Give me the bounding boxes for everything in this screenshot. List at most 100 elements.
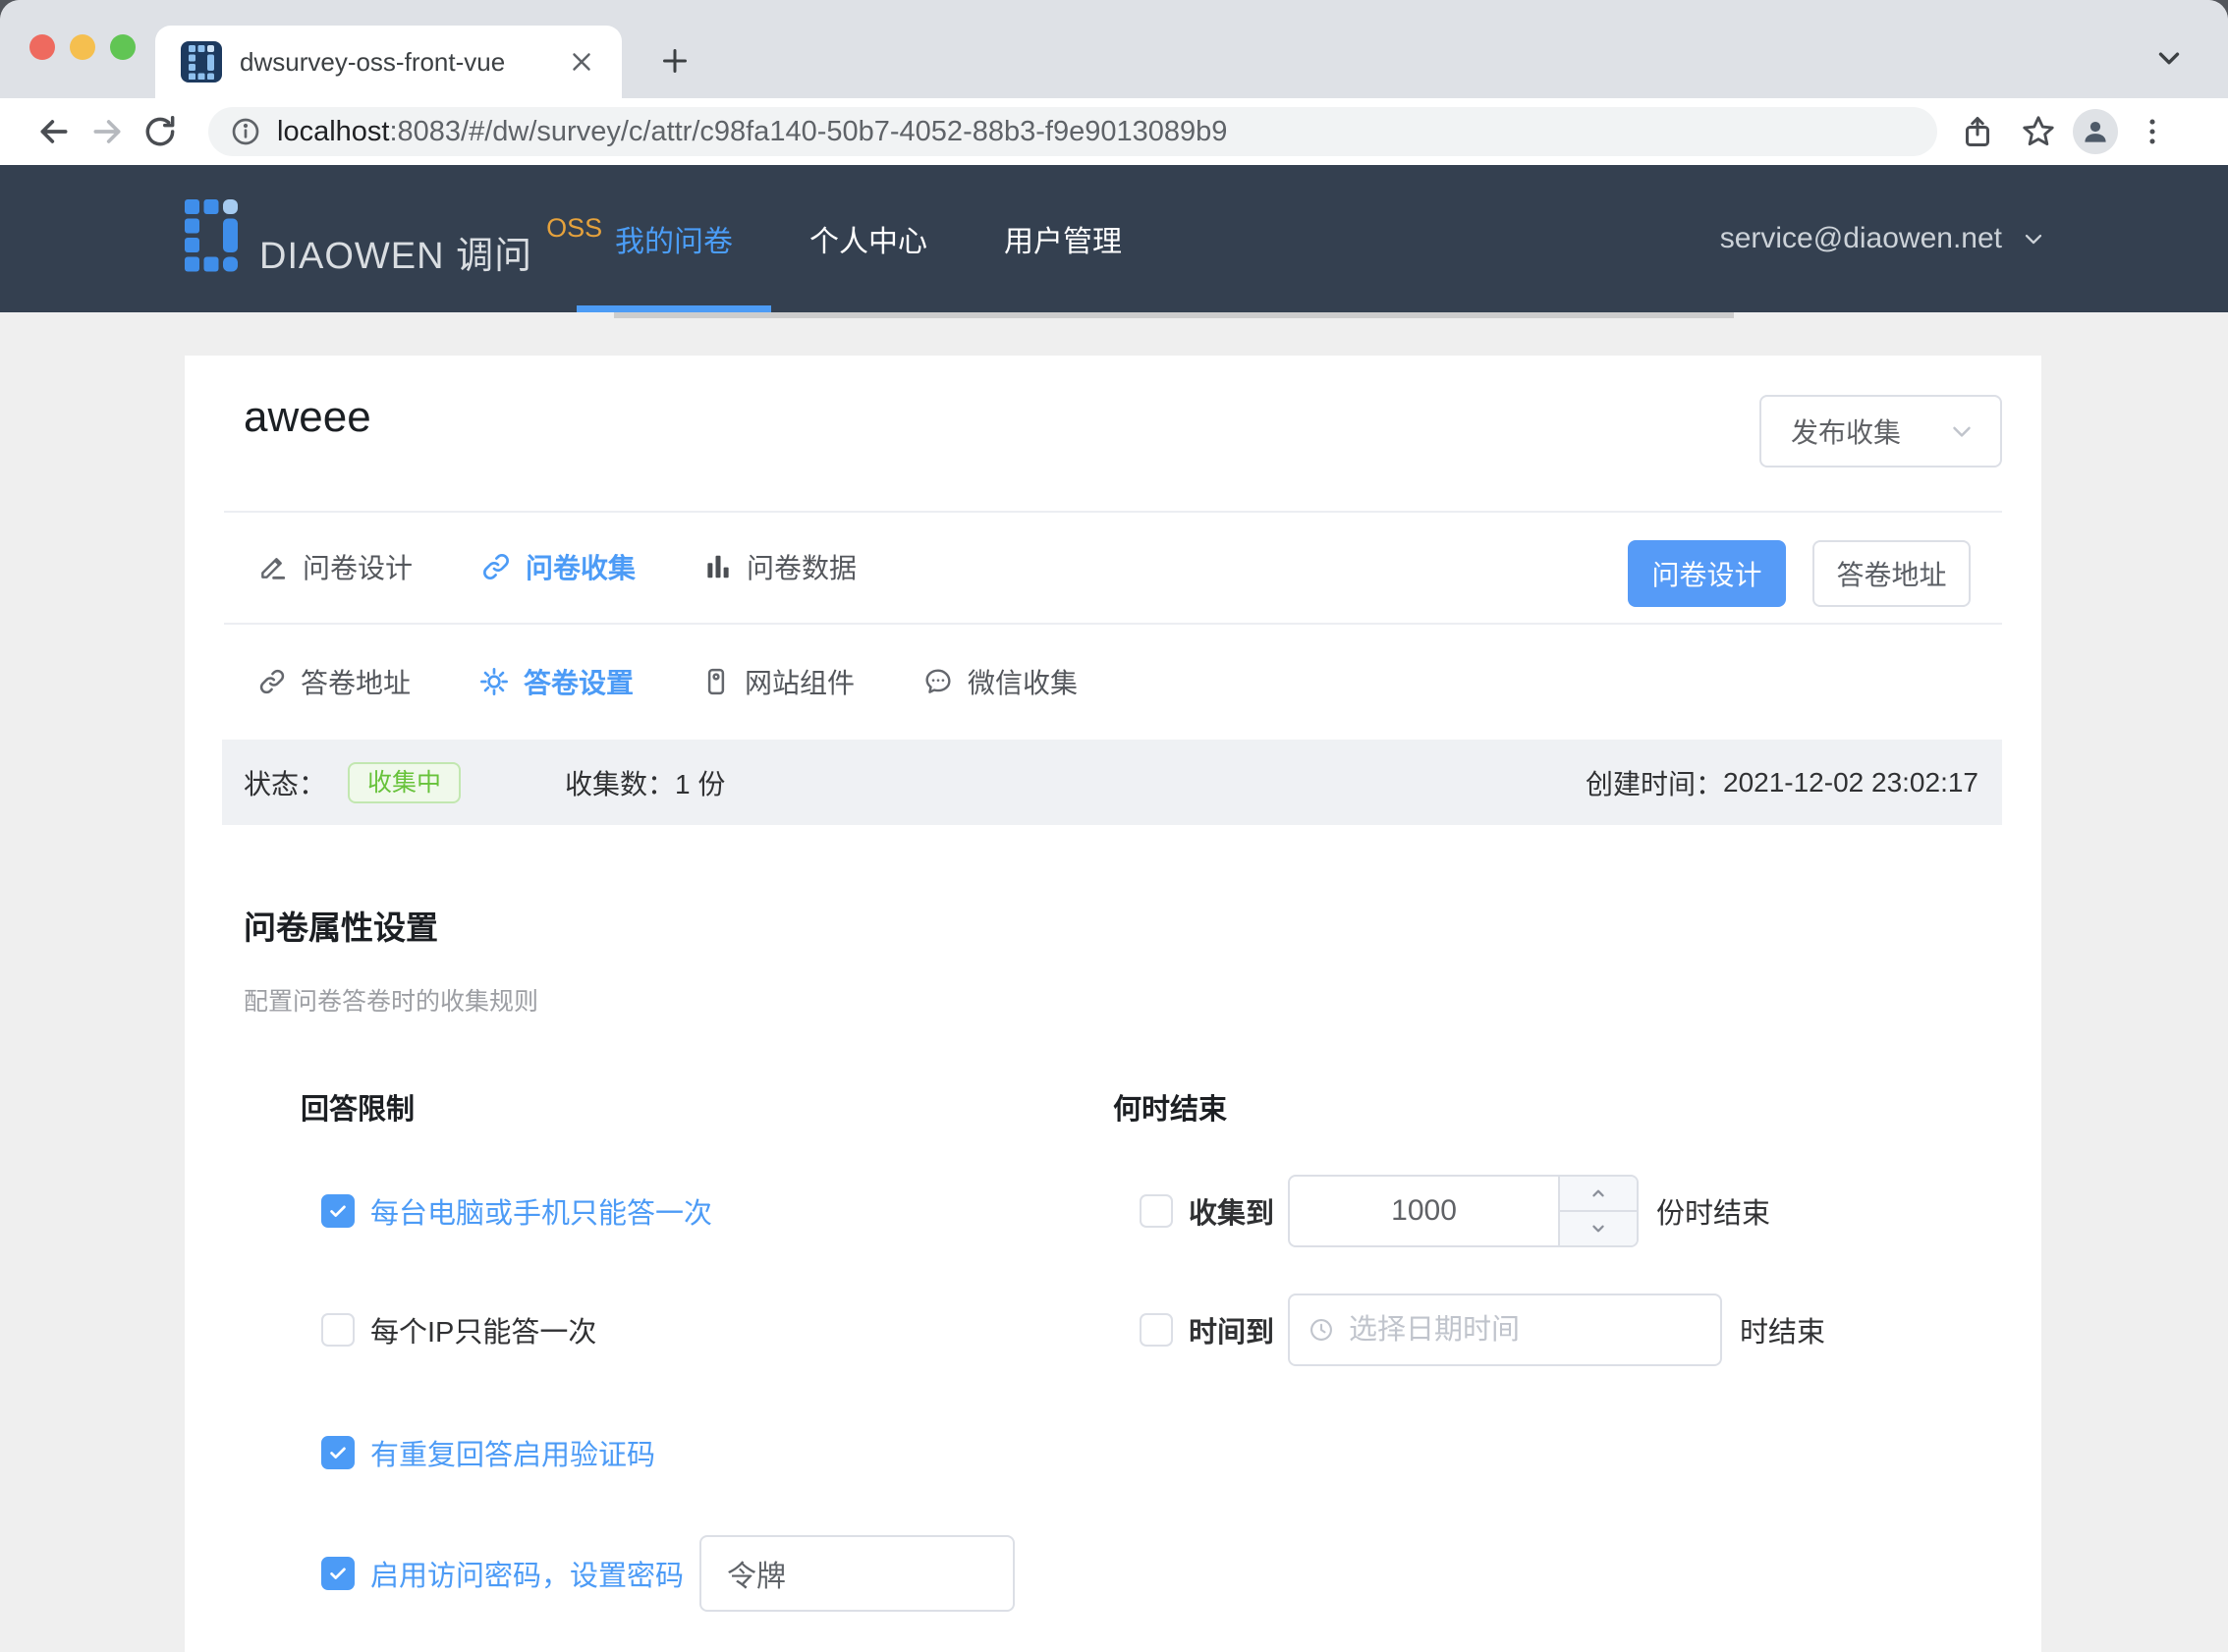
end-by-count-suffix: 份时结束	[1656, 1190, 1770, 1232]
subtab-answer-settings[interactable]: 答卷设置	[478, 662, 634, 701]
secondary-tabs: 答卷地址 答卷设置 网站组件 微信收集	[257, 623, 1078, 740]
device-limit-row: 每台电脑或手机只能答一次	[321, 1173, 712, 1249]
checkbox-password[interactable]	[321, 1557, 355, 1590]
app-navbar: DIAOWEN 调问 OSS 我的问卷 个人中心 用户管理 service@di…	[0, 165, 2228, 312]
count-number-input	[1288, 1175, 1639, 1247]
end-by-time-suffix: 时结束	[1740, 1309, 1825, 1350]
checkbox-captcha[interactable]	[321, 1436, 355, 1469]
status-label: 状态：	[244, 763, 326, 802]
collect-count-value: 1 份	[675, 763, 725, 802]
tab-close-icon[interactable]	[567, 47, 596, 77]
password-input[interactable]	[727, 1557, 987, 1590]
bookmark-star-button[interactable]	[2012, 105, 2065, 158]
reload-button[interactable]	[134, 105, 187, 158]
tab-label: 答卷地址	[301, 662, 411, 701]
end-by-time-prefix: 时间到	[1189, 1309, 1274, 1350]
link-icon	[257, 667, 287, 696]
share-button[interactable]	[1951, 105, 2004, 158]
checkbox-password-label[interactable]: 启用访问密码，设置密码	[370, 1553, 684, 1594]
account-email: service@diaowen.net	[1720, 222, 2002, 255]
brand-name: DIAOWEN 调问	[259, 225, 532, 279]
diaowen-logo-icon	[185, 199, 238, 272]
checkbox-ip-limit-label[interactable]: 每个IP只能答一次	[370, 1309, 596, 1350]
tab-label: 问卷收集	[526, 547, 636, 586]
button-label: 答卷地址	[1836, 554, 1946, 593]
checkbox-end-by-count[interactable]	[1140, 1194, 1173, 1228]
password-row: 启用访问密码，设置密码	[321, 1535, 1015, 1612]
tab-label: 问卷数据	[747, 547, 857, 586]
status-bar: 状态： 收集中 收集数： 1 份 创建时间： 2021-12-02 23:02:…	[222, 740, 2002, 825]
bar-chart-icon	[703, 552, 733, 581]
end-by-count-prefix: 收集到	[1189, 1190, 1274, 1232]
nav-item-my-surveys[interactable]: 我的问卷	[577, 165, 771, 312]
browser-tab-strip: dwsurvey-oss-front-vue	[0, 0, 2228, 98]
tab-strip-chevron-icon[interactable]	[2140, 28, 2199, 86]
status-badge: 收集中	[348, 762, 461, 803]
section-title: 问卷属性设置	[244, 902, 438, 949]
tab-survey-data[interactable]: 问卷数据	[703, 547, 857, 586]
back-button[interactable]	[28, 105, 81, 158]
traffic-light-minimize-button[interactable]	[70, 34, 95, 60]
subtab-wechat-collect[interactable]: 微信收集	[922, 662, 1078, 701]
gear-icon	[478, 666, 510, 697]
captcha-row: 有重复回答启用验证码	[321, 1414, 655, 1491]
nav-item-label: 我的问卷	[615, 217, 733, 260]
checkbox-end-by-time[interactable]	[1140, 1313, 1173, 1347]
answer-url-button[interactable]: 答卷地址	[1812, 540, 1971, 607]
button-label: 问卷设计	[1651, 554, 1761, 593]
checkbox-captcha-label[interactable]: 有重复回答启用验证码	[370, 1432, 655, 1473]
tab-label: 答卷设置	[524, 662, 634, 701]
url-bar[interactable]: localhost:8083/#/dw/survey/c/attr/c98fa1…	[208, 107, 1937, 156]
menu-shadow	[614, 312, 1734, 318]
nav-item-personal-center[interactable]: 个人中心	[771, 165, 966, 312]
created-time-value: 2021-12-02 23:02:17	[1723, 767, 1978, 798]
nav-item-label: 个人中心	[809, 217, 927, 260]
tab-survey-collect[interactable]: 问卷收集	[480, 547, 636, 586]
date-picker-input[interactable]	[1288, 1294, 1722, 1366]
browser-menu-button[interactable]	[2126, 105, 2179, 158]
stepper-up-button[interactable]	[1560, 1177, 1637, 1212]
checkbox-ip-limit[interactable]	[321, 1313, 355, 1347]
widget-tag-icon	[701, 667, 731, 696]
stepper-down-button[interactable]	[1560, 1212, 1637, 1245]
subtab-answer-url[interactable]: 答卷地址	[257, 662, 411, 701]
chevron-down-icon	[1947, 416, 1977, 446]
tab-label: 微信收集	[968, 662, 1078, 701]
tab-title: dwsurvey-oss-front-vue	[240, 47, 567, 78]
checkbox-device-limit-label[interactable]: 每台电脑或手机只能答一次	[370, 1190, 712, 1232]
end-by-count-row: 收集到 份时结束	[1140, 1173, 1770, 1249]
tab-label: 网站组件	[745, 662, 855, 701]
url-host: localhost	[277, 116, 389, 147]
created-time-label: 创建时间：	[1586, 763, 1723, 802]
primary-tabs: 问卷设计 问卷收集 问卷数据	[257, 511, 857, 623]
nav-item-user-management[interactable]: 用户管理	[966, 165, 1160, 312]
main-menu: 我的问卷 个人中心 用户管理	[577, 165, 1160, 312]
profile-avatar[interactable]	[2073, 109, 2118, 154]
tab-survey-design[interactable]: 问卷设计	[257, 547, 413, 586]
nav-item-label: 用户管理	[1004, 217, 1122, 260]
count-input[interactable]	[1290, 1177, 1558, 1245]
link-icon	[480, 551, 512, 582]
group-title-end-condition: 何时结束	[1113, 1086, 1227, 1128]
publish-collect-select[interactable]: 发布收集	[1759, 395, 2002, 468]
traffic-light-maximize-button[interactable]	[110, 34, 136, 60]
subtab-site-widget[interactable]: 网站组件	[701, 662, 855, 701]
end-by-time-row: 时间到 时结束	[1140, 1292, 1825, 1368]
group-title-answer-limit: 回答限制	[301, 1086, 415, 1128]
forward-button[interactable]	[81, 105, 134, 158]
new-tab-button[interactable]	[643, 29, 706, 92]
site-info-icon[interactable]	[230, 116, 261, 147]
survey-card: aweee 发布收集 问卷设计 问卷收集	[185, 356, 2041, 1652]
traffic-light-close-button[interactable]	[29, 34, 55, 60]
password-input-wrap	[699, 1535, 1015, 1612]
browser-tab[interactable]: dwsurvey-oss-front-vue	[155, 26, 622, 98]
app-logo[interactable]: DIAOWEN 调问 OSS	[185, 199, 602, 279]
survey-title: aweee	[244, 393, 371, 442]
account-menu[interactable]: service@diaowen.net	[1720, 165, 2047, 312]
ip-limit-row: 每个IP只能答一次	[321, 1292, 596, 1368]
survey-design-button[interactable]: 问卷设计	[1628, 540, 1786, 607]
checkbox-device-limit[interactable]	[321, 1194, 355, 1228]
url-path: :8083/#/dw/survey/c/attr/c98fa140-50b7-4…	[389, 116, 1227, 147]
tab-label: 问卷设计	[303, 547, 413, 586]
date-input[interactable]	[1349, 1314, 1673, 1347]
